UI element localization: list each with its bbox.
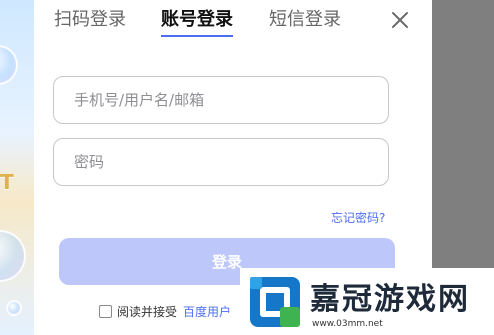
agreement-text: 阅读并接受 [117,304,178,319]
watermark-title: 嘉冠游戏网 [310,282,470,317]
tab-account-login[interactable]: 账号登录 [161,6,233,34]
password-input[interactable] [53,138,389,186]
background-partial-text: T [0,170,14,194]
site-watermark: 嘉冠游戏网 www.03mm.net [240,268,494,335]
agreement-link[interactable]: 百度用户 [183,303,231,320]
agreement-row: 阅读并接受 百度用户 [99,302,231,320]
watermark-logo-icon [250,277,300,327]
active-tab-indicator [161,35,233,37]
tab-sms-login[interactable]: 短信登录 [269,6,341,34]
agreement-checkbox[interactable] [99,304,112,318]
bubble-decoration [6,300,22,316]
background-banner: T [0,0,34,335]
bubble-decoration [0,230,26,282]
bubble-decoration [0,45,18,85]
forgot-password-link[interactable]: 忘记密码? [331,209,385,226]
tab-qr-login[interactable]: 扫码登录 [54,6,126,34]
username-input[interactable] [53,76,389,124]
close-icon[interactable] [388,8,412,32]
watermark-url: www.03mm.net [312,319,383,329]
